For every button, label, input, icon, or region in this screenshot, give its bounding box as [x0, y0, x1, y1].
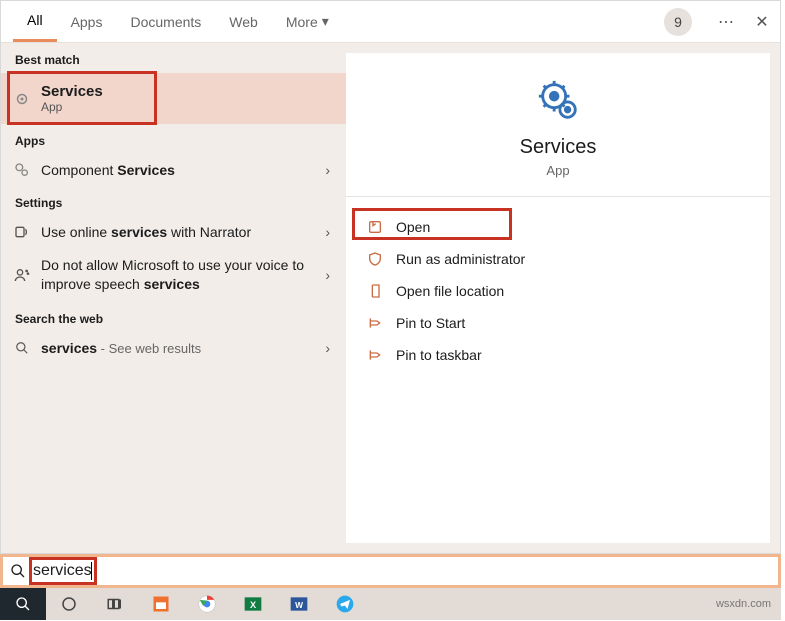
narrator-icon [11, 224, 33, 240]
tab-more-label: More [286, 14, 318, 30]
search-input-row[interactable]: services [0, 554, 781, 588]
best-match-result[interactable]: Services App [1, 73, 346, 124]
action-label: Open [396, 219, 430, 235]
chevron-right-icon: › [319, 340, 336, 356]
action-open[interactable]: Open [356, 211, 760, 243]
action-open-location[interactable]: Open file location [356, 275, 760, 307]
close-icon[interactable]: ✕ [744, 12, 780, 32]
open-icon [364, 219, 386, 235]
pin-icon [364, 315, 386, 331]
tab-web[interactable]: Web [215, 1, 272, 42]
group-header-apps: Apps [1, 124, 346, 154]
results-left: Best match Services App Apps Component S… [1, 43, 346, 553]
gear-icon [535, 77, 581, 126]
action-pin-taskbar[interactable]: Pin to taskbar [356, 339, 760, 371]
group-header-settings: Settings [1, 186, 346, 216]
setting-label: Use online services with Narrator [41, 224, 319, 240]
tab-all[interactable]: All [13, 1, 57, 42]
ellipsis-icon[interactable]: ⋯ [708, 12, 744, 32]
tab-apps[interactable]: Apps [57, 1, 117, 42]
tab-more[interactable]: More ▾ [272, 1, 343, 42]
preview-title: Services [520, 136, 597, 159]
taskbar-app-1[interactable] [138, 588, 184, 620]
svg-text:X: X [250, 600, 257, 610]
preview-subtitle: App [546, 163, 569, 178]
chevron-right-icon: › [319, 162, 336, 178]
chevron-right-icon: › [319, 267, 336, 283]
action-label: Pin to Start [396, 315, 465, 331]
app-result-label: Component Services [41, 162, 319, 178]
best-match-subtitle: App [41, 100, 336, 114]
web-result-services[interactable]: services - See web results › [1, 332, 346, 364]
search-icon [11, 341, 33, 355]
action-label: Pin to taskbar [396, 347, 482, 363]
tabs-bar: All Apps Documents Web More ▾ 9 ⋯ ✕ [1, 1, 780, 43]
tab-documents[interactable]: Documents [116, 1, 215, 42]
taskbar-word-button[interactable]: W [276, 588, 322, 620]
best-match-title: Services [41, 83, 336, 100]
action-label: Open file location [396, 283, 504, 299]
action-label: Run as administrator [396, 251, 525, 267]
highlight-box [29, 557, 97, 585]
group-header-best-match: Best match [1, 43, 346, 73]
results-body: Best match Services App Apps Component S… [1, 43, 780, 553]
taskbar-taskview-button[interactable] [92, 588, 138, 620]
preview-pane: Services App Open Run as administrator O… [346, 53, 770, 543]
setting-label: Do not allow Microsoft to use your voice… [41, 256, 319, 294]
taskbar: X W wsxdn.com [0, 588, 781, 620]
preview-header: Services App [346, 53, 770, 197]
recent-badge[interactable]: 9 [664, 8, 692, 36]
svg-text:W: W [295, 600, 303, 610]
shield-icon [364, 251, 386, 267]
component-services-icon [11, 162, 33, 178]
taskbar-telegram-button[interactable] [322, 588, 368, 620]
group-header-web: Search the web [1, 302, 346, 332]
taskbar-search-button[interactable] [0, 588, 46, 620]
watermark: wsxdn.com [716, 598, 781, 610]
action-list: Open Run as administrator Open file loca… [346, 197, 770, 385]
pin-icon [364, 347, 386, 363]
services-icon [11, 90, 33, 108]
web-result-label: services - See web results [41, 340, 319, 356]
folder-icon [364, 283, 386, 299]
taskbar-cortana-button[interactable] [46, 588, 92, 620]
action-pin-start[interactable]: Pin to Start [356, 307, 760, 339]
search-input[interactable]: services [33, 562, 92, 580]
app-result-component-services[interactable]: Component Services › [1, 154, 346, 186]
search-panel: All Apps Documents Web More ▾ 9 ⋯ ✕ Best… [0, 0, 781, 554]
setting-speech-services[interactable]: Do not allow Microsoft to use your voice… [1, 248, 346, 302]
chevron-down-icon: ▾ [322, 13, 329, 30]
action-run-admin[interactable]: Run as administrator [356, 243, 760, 275]
chevron-right-icon: › [319, 224, 336, 240]
taskbar-excel-button[interactable]: X [230, 588, 276, 620]
person-icon [11, 267, 33, 283]
taskbar-chrome-button[interactable] [184, 588, 230, 620]
setting-narrator-services[interactable]: Use online services with Narrator › [1, 216, 346, 248]
